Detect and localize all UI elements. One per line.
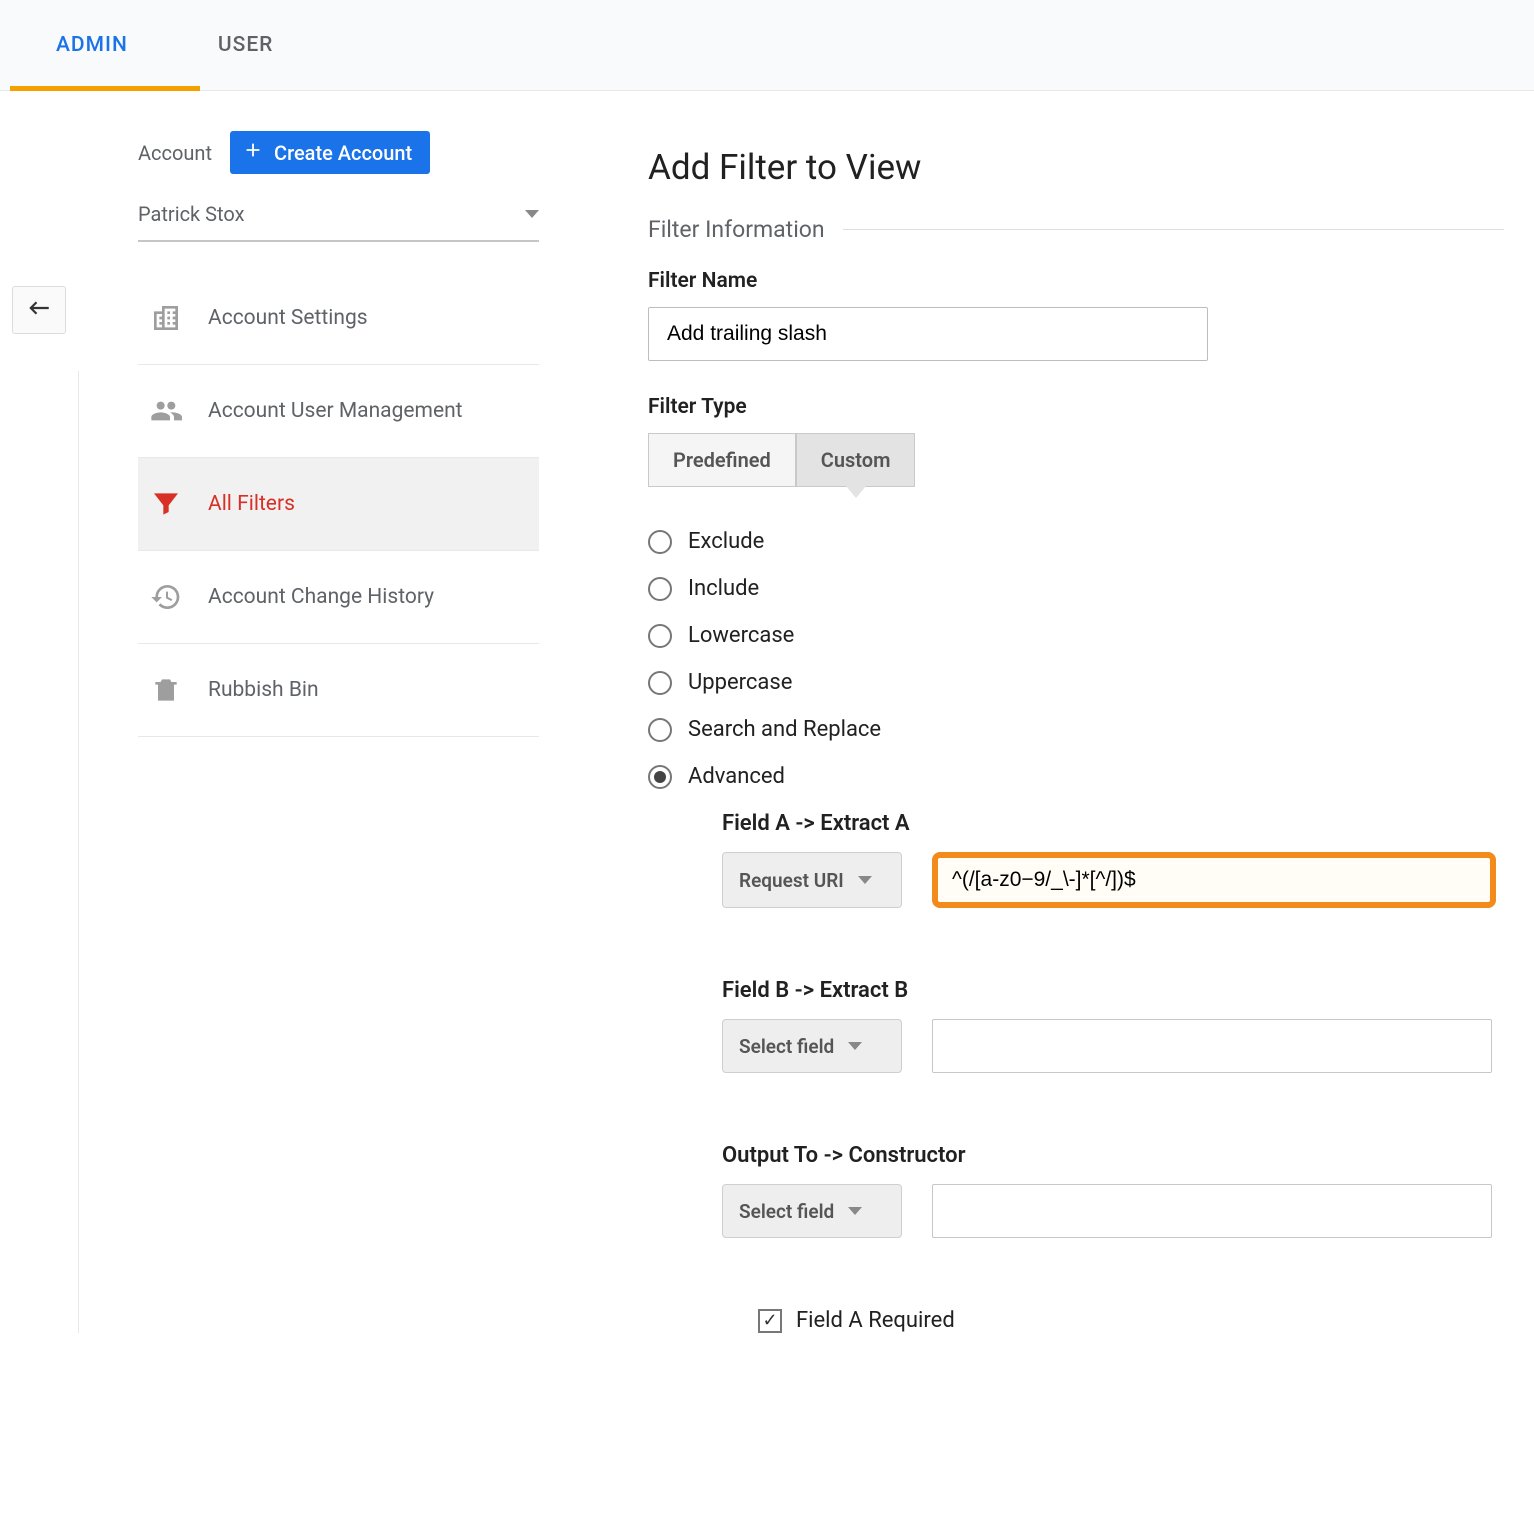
account-selector[interactable]: Patrick Stox: [138, 188, 539, 242]
top-tabs: ADMIN USER: [0, 0, 1534, 91]
sidebar-item-label: Account Change History: [208, 585, 434, 609]
radio-advanced[interactable]: Advanced: [648, 764, 1504, 789]
output-to-select[interactable]: Select field: [722, 1184, 902, 1238]
radio-label: Exclude: [688, 529, 764, 554]
field-b-pattern-input[interactable]: [932, 1019, 1492, 1073]
chevron-down-icon: [858, 876, 872, 884]
filter-type-predefined[interactable]: Predefined: [648, 433, 796, 487]
people-icon: [148, 393, 184, 429]
radio-icon: [648, 530, 672, 554]
create-account-label: Create Account: [274, 141, 412, 165]
radio-exclude[interactable]: Exclude: [648, 529, 1504, 554]
filter-name-input[interactable]: [648, 307, 1208, 361]
chevron-down-icon: [848, 1207, 862, 1215]
funnel-icon: [148, 486, 184, 522]
output-to-select-value: Select field: [739, 1200, 834, 1223]
filter-type-custom[interactable]: Custom: [796, 433, 916, 487]
sidebar-item-rubbish-bin[interactable]: Rubbish Bin: [138, 644, 539, 737]
account-selected-name: Patrick Stox: [138, 202, 244, 226]
radio-label: Include: [688, 576, 759, 601]
page-title: Add Filter to View: [648, 147, 1504, 188]
radio-icon: [648, 671, 672, 695]
field-a-label: Field A -> Extract A: [722, 811, 1504, 836]
checkbox-label: Field A Required: [796, 1308, 955, 1333]
field-b-select-value: Select field: [739, 1035, 834, 1058]
sidebar-item-label: Rubbish Bin: [208, 678, 319, 702]
collapse-sidebar-button[interactable]: [12, 286, 66, 334]
section-heading: Filter Information: [648, 216, 825, 243]
radio-icon: [648, 765, 672, 789]
output-to-input[interactable]: [932, 1184, 1492, 1238]
filter-name-label: Filter Name: [648, 269, 1504, 293]
field-a-select-value: Request URI: [739, 869, 844, 892]
account-nav: Account Settings Account User Management…: [138, 272, 539, 737]
trash-icon: [148, 672, 184, 708]
radio-label: Lowercase: [688, 623, 794, 648]
field-b-select[interactable]: Select field: [722, 1019, 902, 1073]
checkbox-icon: [758, 1309, 782, 1333]
radio-lowercase[interactable]: Lowercase: [648, 623, 1504, 648]
account-label: Account: [138, 141, 212, 165]
arrow-back-icon: [26, 295, 52, 326]
plus-icon: [242, 139, 264, 166]
output-to-label: Output To -> Constructor: [722, 1143, 1504, 1168]
radio-search-replace[interactable]: Search and Replace: [648, 717, 1504, 742]
building-icon: [148, 300, 184, 336]
sidebar-item-label: Account Settings: [208, 306, 368, 330]
sidebar-item-label: Account User Management: [208, 399, 463, 423]
radio-icon: [648, 624, 672, 648]
sidebar-item-account-user-management[interactable]: Account User Management: [138, 365, 539, 458]
sidebar-item-all-filters[interactable]: All Filters: [138, 458, 539, 551]
tab-admin[interactable]: ADMIN: [56, 0, 128, 90]
field-a-required-checkbox[interactable]: Field A Required: [758, 1308, 1504, 1333]
radio-icon: [648, 577, 672, 601]
radio-include[interactable]: Include: [648, 576, 1504, 601]
field-a-pattern-input[interactable]: [932, 852, 1496, 908]
radio-label: Uppercase: [688, 670, 792, 695]
sidebar-item-account-change-history[interactable]: Account Change History: [138, 551, 539, 644]
field-b-label: Field B -> Extract B: [722, 978, 1504, 1003]
radio-uppercase[interactable]: Uppercase: [648, 670, 1504, 695]
tab-user[interactable]: USER: [218, 0, 274, 90]
chevron-down-icon: [525, 210, 539, 218]
radio-icon: [648, 718, 672, 742]
radio-label: Advanced: [688, 764, 785, 789]
history-icon: [148, 579, 184, 615]
sidebar-item-account-settings[interactable]: Account Settings: [138, 272, 539, 365]
chevron-down-icon: [848, 1042, 862, 1050]
filter-type-label: Filter Type: [648, 395, 1504, 419]
field-a-select[interactable]: Request URI: [722, 852, 902, 908]
create-account-button[interactable]: Create Account: [230, 131, 430, 174]
radio-label: Search and Replace: [688, 717, 881, 742]
sidebar-item-label: All Filters: [208, 492, 295, 516]
